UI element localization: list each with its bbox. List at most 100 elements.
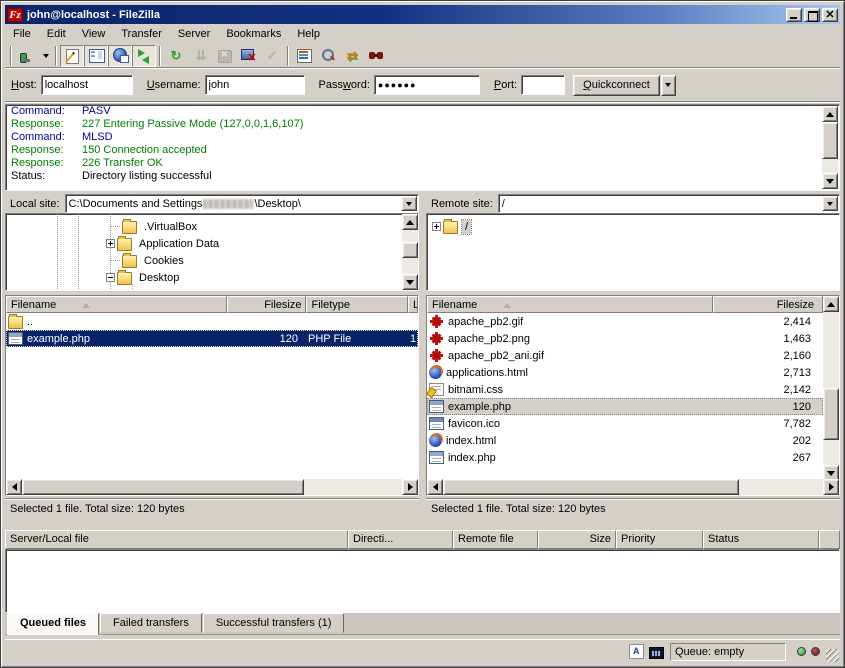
maximize-button[interactable]: [804, 8, 820, 22]
data-type-ascii-icon[interactable]: [629, 644, 644, 659]
remote-list-hscrollbar[interactable]: [427, 479, 839, 495]
file-row[interactable]: apache_pb2_ani.gif2,160: [427, 347, 823, 364]
menu-edit[interactable]: Edit: [39, 26, 74, 42]
file-row-parent-dir[interactable]: ..: [6, 313, 418, 330]
menu-transfer[interactable]: Transfer: [113, 26, 170, 42]
local-list-hscrollbar[interactable]: [6, 479, 418, 495]
scroll-down-button[interactable]: [822, 173, 838, 189]
remote-site-bar: Remote site: /: [426, 194, 840, 213]
quickconnect-dropdown-button[interactable]: [661, 75, 676, 96]
username-input[interactable]: [205, 75, 305, 95]
process-queue-button[interactable]: ⇊: [188, 45, 212, 67]
local-directory-tree[interactable]: .VirtualBox Application Data Cookies Des…: [5, 213, 419, 291]
scroll-left-button[interactable]: [427, 479, 443, 495]
column-header-direction[interactable]: Directi...: [348, 530, 453, 549]
toggle-local-tree-button[interactable]: [84, 45, 108, 67]
file-row[interactable]: index.php267: [427, 449, 823, 466]
host-input[interactable]: [41, 75, 133, 95]
directory-comparison-button[interactable]: [316, 45, 340, 67]
disconnect-button[interactable]: [236, 45, 260, 67]
directory-listing-filters-button[interactable]: [292, 45, 316, 67]
site-manager-button[interactable]: [15, 45, 39, 67]
scroll-right-button[interactable]: [823, 479, 839, 495]
scroll-thumb[interactable]: [823, 388, 839, 440]
toggle-remote-tree-button[interactable]: [108, 45, 132, 67]
tab-failed-transfers[interactable]: Failed transfers: [100, 613, 202, 633]
tree-item-desktop[interactable]: Desktop: [106, 269, 182, 286]
find-files-button[interactable]: [364, 45, 388, 67]
combo-dropdown-button[interactable]: [822, 196, 838, 211]
column-header-status[interactable]: Status: [703, 530, 819, 549]
column-header-server-local-file[interactable]: Server/Local file: [5, 530, 348, 549]
column-header-size[interactable]: Size: [538, 530, 616, 549]
remote-list-scrollbar[interactable]: [823, 296, 839, 481]
tree-item-virtualbox[interactable]: .VirtualBox: [120, 218, 200, 235]
tree-item-cookies[interactable]: Cookies: [120, 252, 187, 269]
close-button[interactable]: ✕: [822, 8, 838, 22]
scroll-thumb[interactable]: [822, 122, 838, 159]
expand-plus-icon[interactable]: [432, 222, 441, 231]
file-row[interactable]: index.html202: [427, 432, 823, 449]
tree-item-root[interactable]: /: [432, 218, 471, 235]
file-row[interactable]: apache_pb2.png1,463: [427, 330, 823, 347]
quickconnect-button[interactable]: Quickconnect: [573, 75, 660, 96]
column-header-remote-file[interactable]: Remote file: [453, 530, 538, 549]
expand-plus-icon[interactable]: [106, 239, 115, 248]
resize-grip[interactable]: [826, 649, 839, 662]
log-scrollbar[interactable]: [822, 106, 838, 189]
menu-server[interactable]: Server: [170, 26, 218, 42]
file-row[interactable]: favicon.ico7,782: [427, 415, 823, 432]
cancel-operation-button[interactable]: [212, 45, 236, 67]
local-site-combobox[interactable]: C:\Documents and Settings\Desktop\: [65, 194, 419, 213]
site-manager-dropdown-button[interactable]: [39, 45, 52, 67]
toggle-transfer-queue-button[interactable]: [132, 45, 156, 67]
tab-successful-transfers[interactable]: Successful transfers (1): [203, 613, 345, 633]
file-row-example-php[interactable]: example.php 120 PHP File 1: [6, 330, 418, 347]
scroll-thumb[interactable]: [402, 242, 418, 258]
process-queue-icon: ⇊: [192, 47, 209, 64]
column-header-filesize[interactable]: Filesize: [713, 296, 823, 313]
tab-queued-files[interactable]: Queued files: [7, 613, 99, 635]
menu-file[interactable]: File: [5, 26, 39, 42]
column-header-priority[interactable]: Priority: [616, 530, 703, 549]
scroll-up-button[interactable]: [823, 296, 839, 312]
menu-help[interactable]: Help: [289, 26, 328, 42]
scroll-up-button[interactable]: [822, 106, 838, 122]
refresh-button[interactable]: ↻: [164, 45, 188, 67]
minimize-button[interactable]: [786, 8, 802, 22]
remote-site-combobox[interactable]: /: [498, 194, 840, 213]
remote-directory-tree[interactable]: /: [426, 213, 840, 291]
speed-limit-icon[interactable]: [649, 647, 664, 659]
menu-view[interactable]: View: [74, 26, 114, 42]
scroll-up-button[interactable]: [402, 214, 418, 230]
file-row[interactable]: applications.html2,713: [427, 364, 823, 381]
tree-item-application-data[interactable]: Application Data: [106, 235, 222, 252]
column-header-last-modified[interactable]: L: [408, 296, 418, 313]
scroll-thumb[interactable]: [443, 479, 739, 495]
collapse-minus-icon[interactable]: [106, 273, 115, 282]
synchronized-browsing-button[interactable]: ⇄: [340, 45, 364, 67]
file-row[interactable]: apache_pb2.gif2,414: [427, 313, 823, 330]
scroll-left-button[interactable]: [6, 479, 22, 495]
column-header-filename[interactable]: Filename: [6, 296, 227, 313]
toolbar-separator: [287, 46, 289, 66]
log-type: Command:: [6, 105, 82, 118]
file-row[interactable]: bitnami.css2,142: [427, 381, 823, 398]
local-tree-scrollbar[interactable]: [402, 214, 418, 290]
column-header-filesize[interactable]: Filesize: [227, 296, 307, 313]
combo-dropdown-button[interactable]: [401, 196, 417, 211]
port-input[interactable]: [521, 75, 565, 95]
scroll-down-button[interactable]: [402, 274, 418, 290]
menu-bookmarks[interactable]: Bookmarks: [218, 26, 289, 42]
password-input[interactable]: [374, 75, 480, 95]
file-row-selected[interactable]: example.php120: [427, 398, 823, 415]
title-bar[interactable]: Fz john@localhost - FileZilla ✕: [5, 5, 840, 24]
scroll-thumb[interactable]: [22, 479, 304, 495]
reconnect-button[interactable]: ✓: [260, 45, 284, 67]
transfer-queue-list[interactable]: [5, 549, 840, 613]
column-header-filetype[interactable]: Filetype: [306, 296, 408, 313]
column-header-filename[interactable]: Filename: [427, 296, 713, 313]
host-label: Host:: [11, 79, 37, 91]
scroll-right-button[interactable]: [402, 479, 418, 495]
toggle-message-log-button[interactable]: [60, 45, 84, 67]
